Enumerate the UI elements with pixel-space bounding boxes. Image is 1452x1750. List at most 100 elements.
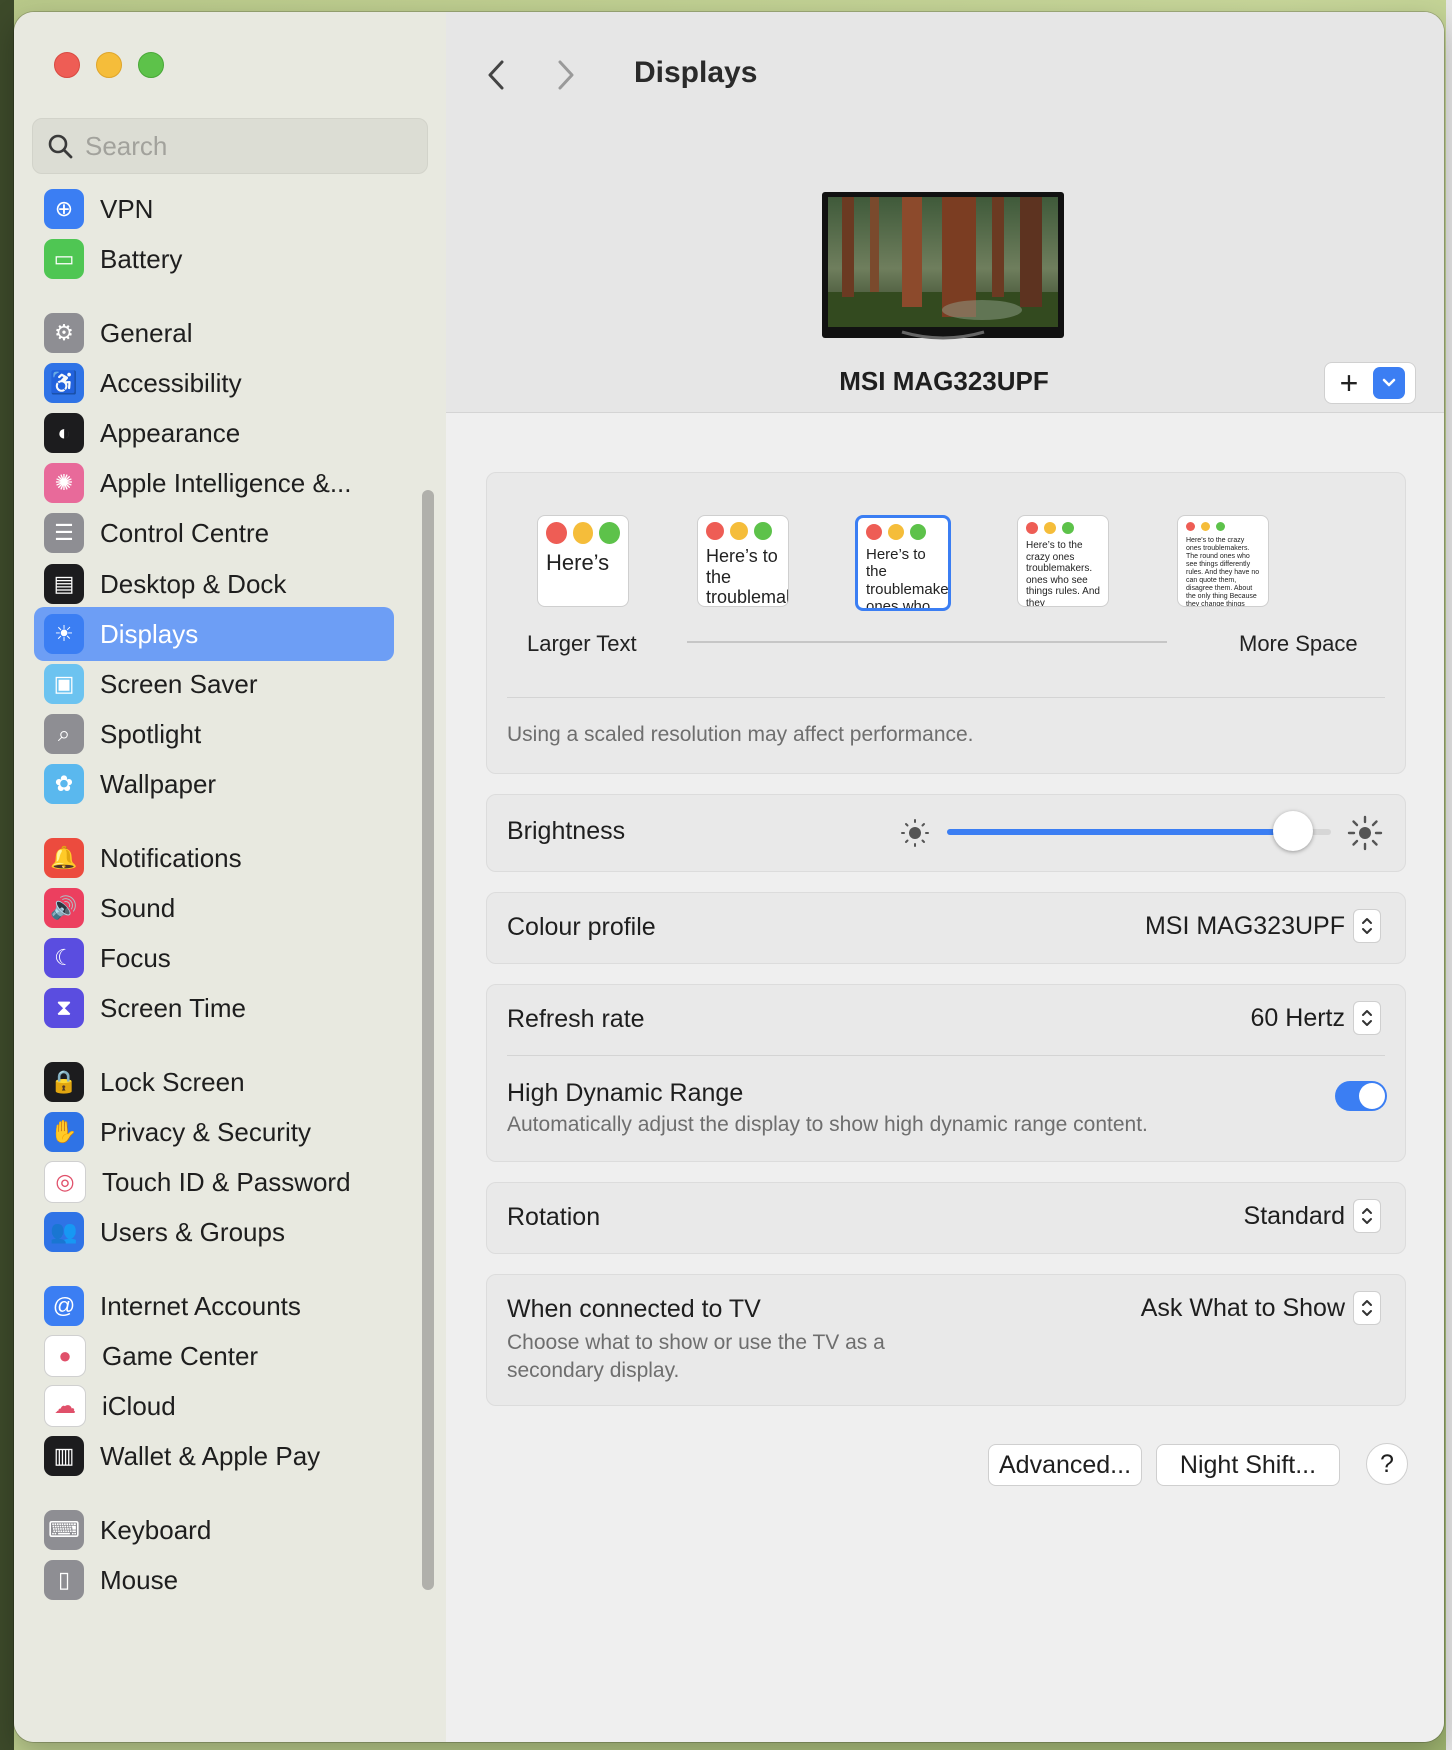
sidebar-item-wallpaper[interactable]: ✿ Wallpaper — [34, 757, 394, 811]
sidebar-item-label: Sound — [100, 892, 176, 923]
sidebar-item-screen-saver[interactable]: ▣ Screen Saver — [34, 657, 394, 711]
colour-profile-card: Colour profile MSI MAG323UPF — [486, 892, 1406, 964]
sidebar-item-accessibility[interactable]: ♿ Accessibility — [34, 356, 394, 410]
sidebar-item-focus[interactable]: ☾ Focus — [34, 931, 394, 985]
close-button[interactable] — [54, 52, 80, 78]
rotation-value: Standard — [1243, 1201, 1345, 1230]
game-center-icon: ● — [44, 1335, 86, 1377]
sidebar-item-privacy-security[interactable]: ✋ Privacy & Security — [34, 1105, 394, 1159]
screen-saver-icon: ▣ — [44, 664, 84, 704]
sidebar-item-mouse[interactable]: ▯ Mouse — [34, 1553, 394, 1607]
resolution-option[interactable]: Here’s to the crazy ones troublemakers. … — [1017, 515, 1109, 607]
resolution-scale-line — [687, 641, 1167, 643]
add-display-menu-button[interactable] — [1373, 367, 1405, 399]
sidebar-list: ⊕ VPN ▭ Battery ⚙ General ♿ Accessibility ◐ Appea… — [14, 188, 446, 1742]
sidebar-item-screen-time[interactable]: ⧗ Screen Time — [34, 981, 394, 1035]
settings-window: ⊕ VPN ▭ Battery ⚙ General ♿ Accessibility ◐ Appea… — [14, 12, 1444, 1742]
refresh-hdr-card: Refresh rate 60 Hertz High Dynamic Range… — [486, 984, 1406, 1162]
sidebar-item-label: Displays — [100, 618, 199, 649]
sidebar-item-general[interactable]: ⚙ General — [34, 306, 394, 360]
accessibility-icon: ♿ — [44, 363, 84, 403]
add-display-button[interactable]: + — [1325, 363, 1373, 403]
monitor-icon[interactable] — [822, 192, 1064, 340]
chevron-left-icon — [488, 60, 504, 90]
resolution-option[interactable]: Here’s to the crazy ones troublemakers. … — [1177, 515, 1269, 607]
sidebar-item-icloud[interactable]: ☁ iCloud — [34, 1379, 394, 1433]
sidebar-item-battery[interactable]: ▭ Battery — [34, 232, 394, 286]
refresh-rate-label: Refresh rate — [507, 1005, 645, 1033]
fingerprint-icon: ◎ — [44, 1161, 86, 1203]
colour-profile-popup[interactable]: MSI MAG323UPF — [1145, 909, 1381, 943]
advanced-button[interactable]: Advanced... — [988, 1444, 1142, 1486]
resolution-option[interactable]: Here’s to the troublemakers ones who — [855, 515, 951, 611]
apple-intelligence-icon: ✺ — [44, 463, 84, 503]
resolution-preview-text: Here’s to the troublemakers ones who — [866, 546, 948, 611]
back-button[interactable] — [476, 52, 516, 98]
sidebar-item-control-centre[interactable]: ☰ Control Centre — [34, 506, 394, 560]
sidebar-item-label: Keyboard — [100, 1514, 212, 1545]
night-shift-button[interactable]: Night Shift... — [1156, 1444, 1340, 1486]
sidebar-item-label: Accessibility — [100, 367, 242, 398]
sidebar-item-sound[interactable]: 🔊 Sound — [34, 881, 394, 935]
sidebar-item-label: Internet Accounts — [100, 1290, 301, 1321]
sidebar-item-label: Touch ID & Password — [102, 1166, 351, 1197]
refresh-rate-popup[interactable]: 60 Hertz — [1251, 1001, 1381, 1035]
globe-icon: ⊕ — [44, 189, 84, 229]
help-button[interactable]: ? — [1366, 1443, 1408, 1485]
sidebar-item-notifications[interactable]: 🔔 Notifications — [34, 831, 394, 885]
appearance-icon: ◐ — [44, 413, 84, 453]
add-display-control[interactable]: + — [1324, 362, 1416, 404]
sidebar-item-label: General — [100, 317, 193, 348]
divider — [507, 1055, 1385, 1056]
magnifier-icon: ⌕ — [44, 714, 84, 754]
sun-high-icon — [1347, 815, 1383, 851]
minimize-button[interactable] — [96, 52, 122, 78]
rotation-popup[interactable]: Standard — [1244, 1199, 1381, 1233]
cloud-icon: ☁ — [44, 1385, 86, 1427]
search-field[interactable] — [32, 118, 428, 174]
sidebar-item-wallet-apple-pay[interactable]: ▥ Wallet & Apple Pay — [34, 1429, 394, 1483]
sidebar-item-game-center[interactable]: ● Game Center — [34, 1329, 394, 1383]
sidebar-item-internet-accounts[interactable]: @ Internet Accounts — [34, 1279, 394, 1333]
resolution-preview-text: Here’s — [546, 550, 610, 575]
sidebar-item-desktop-dock[interactable]: ▤ Desktop & Dock — [34, 557, 394, 611]
sidebar-item-label: Spotlight — [100, 718, 202, 749]
sidebar-item-displays[interactable]: ☀ Displays — [34, 607, 394, 661]
sidebar-item-appearance[interactable]: ◐ Appearance — [34, 406, 394, 460]
sidebar-item-spotlight[interactable]: ⌕ Spotlight — [34, 707, 394, 761]
resolution-option[interactable]: Here’s to the troublemakers — [697, 515, 789, 607]
sidebar-item-users-groups[interactable]: 👥 Users & Groups — [34, 1205, 394, 1259]
colour-profile-label: Colour profile — [507, 913, 656, 941]
window-dots-icon — [1178, 516, 1268, 537]
forward-button[interactable] — [546, 52, 586, 98]
window-dots-icon — [858, 518, 948, 546]
zoom-button[interactable] — [138, 52, 164, 78]
resolution-option[interactable]: Here’s — [537, 515, 629, 607]
brightness-slider[interactable] — [947, 811, 1331, 851]
hand-icon: ✋ — [44, 1112, 84, 1152]
search-input[interactable] — [83, 129, 407, 163]
background-window-edge — [1446, 0, 1452, 1750]
page-title: Displays — [634, 56, 758, 89]
brightness-label: Brightness — [507, 817, 626, 845]
hdr-toggle[interactable] — [1335, 1081, 1387, 1111]
rotation-label: Rotation — [507, 1203, 601, 1231]
tv-description-line2: secondary display. — [507, 1359, 680, 1382]
chevron-down-icon — [1382, 378, 1396, 387]
sidebar-scrollbar[interactable] — [422, 490, 434, 1590]
sidebar-item-touch-id-password[interactable]: ◎ Touch ID & Password — [34, 1155, 394, 1209]
sidebar-item-apple-intelligence[interactable]: ✺ Apple Intelligence &... — [34, 456, 394, 510]
tv-card: When connected to TV Choose what to show… — [486, 1274, 1406, 1406]
rotation-card: Rotation Standard — [486, 1182, 1406, 1254]
sidebar-item-label: Focus — [100, 942, 171, 973]
toggle-knob — [1359, 1083, 1385, 1109]
brightness-slider-knob[interactable] — [1272, 811, 1313, 851]
sidebar: ⊕ VPN ▭ Battery ⚙ General ♿ Accessibility ◐ Appea… — [14, 12, 447, 1742]
sidebar-item-keyboard[interactable]: ⌨ Keyboard — [34, 1503, 394, 1557]
sidebar-item-lock-screen[interactable]: 🔒 Lock Screen — [34, 1055, 394, 1109]
sidebar-item-label: Screen Saver — [100, 668, 258, 699]
sun-low-icon — [901, 819, 929, 847]
tv-popup[interactable]: Ask What to Show — [1141, 1291, 1381, 1325]
divider — [507, 697, 1385, 698]
sidebar-item-vpn[interactable]: ⊕ VPN — [34, 188, 394, 236]
